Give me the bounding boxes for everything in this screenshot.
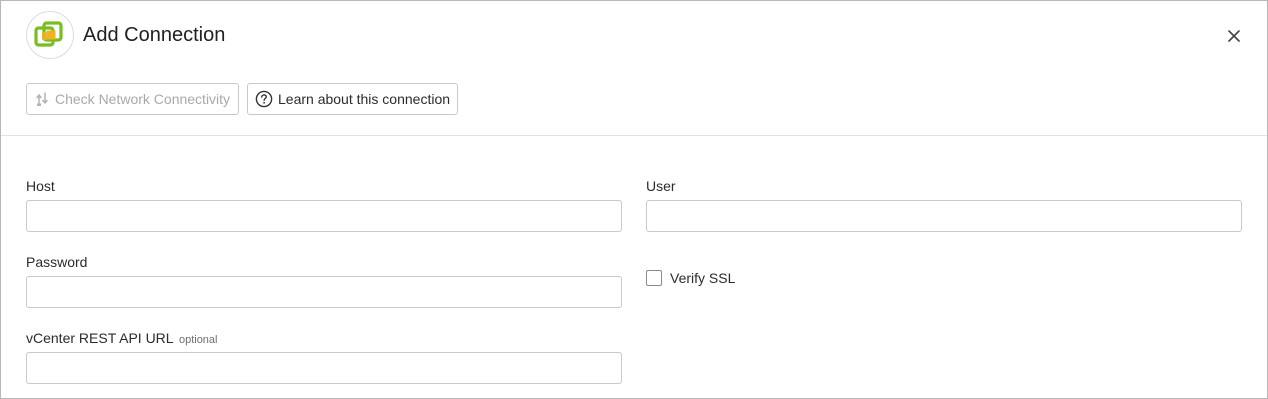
header-divider — [1, 135, 1267, 136]
check-network-connectivity-label: Check Network Connectivity — [55, 91, 231, 107]
add-connection-dialog: Add Connection Check Network Connectivit… — [0, 0, 1268, 399]
verify-ssl-label: Verify SSL — [670, 270, 736, 286]
check-network-connectivity-button[interactable]: Check Network Connectivity — [26, 83, 239, 115]
verify-ssl-checkbox[interactable] — [646, 270, 662, 286]
optional-tag: optional — [178, 334, 218, 346]
dialog-title: Add Connection — [83, 24, 226, 46]
question-circle-icon — [255, 90, 273, 108]
learn-about-connection-button[interactable]: Learn about this connection — [247, 83, 458, 115]
password-label: Password — [26, 254, 88, 270]
close-icon — [1228, 30, 1240, 42]
vcenter-url-label-text: vCenter REST API URL — [26, 330, 174, 346]
user-input[interactable] — [646, 200, 1242, 232]
host-label: Host — [26, 178, 55, 194]
network-check-icon — [34, 91, 50, 107]
vmware-vcenter-logo-icon — [26, 11, 74, 59]
password-input[interactable] — [26, 276, 622, 308]
verify-ssl-option[interactable]: Verify SSL — [646, 270, 735, 286]
user-label: User — [646, 178, 676, 194]
vcenter-url-label: vCenter REST API URL optional — [26, 329, 218, 349]
close-button[interactable] — [1223, 25, 1245, 47]
learn-about-connection-label: Learn about this connection — [278, 91, 451, 107]
host-input[interactable] — [26, 200, 622, 232]
vcenter-url-input[interactable] — [26, 352, 622, 384]
